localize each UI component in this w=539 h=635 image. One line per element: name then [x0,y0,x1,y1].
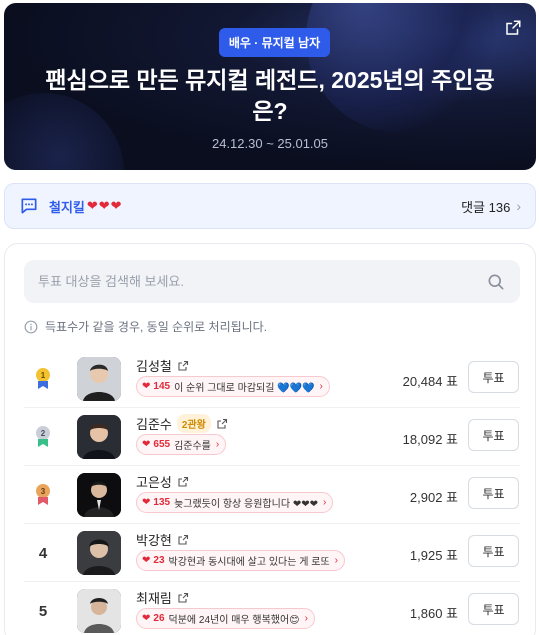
avatar [77,531,121,575]
rank-number: 5 [38,602,48,620]
ranking-row: 4 박강현 ❤ 23 박강현과 동시대에 살고 있다는 게 로또 › 1,925… [24,524,520,582]
cheer-text: 김준수를 [174,441,211,452]
avatar [77,415,121,459]
cheer-text: 박강현과 동시대에 살고 있다는 게 로또 [168,557,330,568]
vote-count: 20,484 표 [402,374,458,389]
heart-icon: ❤ [142,381,151,392]
gold-medal-icon: 1 [36,368,50,390]
cheer-message-chip[interactable]: ❤ 145 이 순위 그대로 마감되길 💙💙💙 › [136,376,330,397]
cheer-count: 23 [153,555,165,566]
external-link-icon[interactable] [177,534,189,546]
comment-author: 철지킬 [49,199,85,215]
chevron-right-icon: › [215,439,220,450]
candidate-name-line: 고은성 [136,472,189,491]
latest-comment-bar[interactable]: 철지킬 ❤❤❤ 댓글 136 › [4,183,536,229]
rank-indicator: 2 [30,424,56,450]
rank-indicator: 1 [30,366,56,392]
cheer-message-chip[interactable]: ❤ 23 박강현과 동시대에 살고 있다는 게 로또 › [136,550,345,571]
vote-button[interactable]: 투표 [468,361,519,393]
heart-icon: ❤ [142,613,151,624]
heart-icon: ❤ [142,439,151,450]
comment-hearts: ❤❤❤ [86,198,123,213]
notice-text: 득표수가 같을 경우, 동일 순위로 처리됩니다. [45,320,268,334]
candidate-name-line: 김준수 2관왕 [136,414,228,433]
vote-button[interactable]: 투표 [468,477,519,509]
chevron-right-icon: › [322,497,327,508]
rank-indicator: 3 [30,482,56,508]
candidate-name-line: 최재림 [136,588,189,607]
chevron-right-icon: › [304,613,308,624]
search-input[interactable] [38,274,486,289]
candidate-name: 최재림 [136,591,172,606]
tie-notice: 득표수가 같을 경우, 동일 순위로 처리됩니다. [24,318,267,335]
category-badge: 배우 · 뮤지컬 남자 [219,28,330,57]
candidate-name: 김성철 [136,359,172,374]
vote-count: 2,902 표 [409,490,458,505]
chat-bubble-icon [21,198,37,214]
chevron-right-icon: › [516,198,521,214]
heart-icon: ❤ [142,497,151,508]
vote-count: 1,860 표 [409,606,458,621]
ranking-row: 2 김준수 2관왕 ❤ 655 김준수를 › 18,092 표 투표 [24,408,520,466]
cheer-text: 늦그랬듯이 항상 응원합니다 ❤❤❤ [174,499,318,510]
avatar [77,357,121,401]
vote-button[interactable]: 투표 [468,535,519,567]
comment-count-link[interactable]: 댓글 136 › [461,197,521,216]
cheer-count: 145 [153,381,171,392]
candidate-name: 박강현 [136,533,172,548]
candidate-name-line: 박강현 [136,530,189,549]
vote-button[interactable]: 투표 [468,593,519,625]
date-range: 24.12.30 ~ 25.01.05 [211,136,329,151]
external-link-icon[interactable] [177,592,189,604]
chevron-right-icon: › [334,555,338,566]
avatar [77,589,121,633]
external-link-icon[interactable] [177,360,189,372]
heart-icon: ❤ [142,555,151,566]
event-banner: 배우 · 뮤지컬 남자 팬심으로 만든 뮤지컬 레전드, 2025년의 주인공은… [4,3,536,170]
cheer-message-chip[interactable]: ❤ 135 늦그랬듯이 항상 응원합니다 ❤❤❤ › [136,492,334,513]
candidate-name: 김준수 [136,417,172,432]
comment-count-label: 댓글 136 [461,199,511,215]
cheer-message-chip[interactable]: ❤ 655 김준수를 › [136,434,227,455]
rank-number: 4 [38,544,48,562]
candidate-name: 고은성 [136,475,172,490]
bronze-medal-icon: 3 [36,484,50,506]
cheer-count: 655 [153,439,171,450]
chevron-right-icon: › [319,381,323,392]
candidate-name-line: 김성철 [136,356,189,375]
external-link-icon[interactable] [216,418,228,430]
silver-medal-icon: 2 [36,426,50,448]
external-link-icon[interactable] [177,476,189,488]
ranking-list-card: 득표수가 같을 경우, 동일 순위로 처리됩니다. 1 김성철 ❤ 145 이 … [4,243,536,635]
cheer-message-chip[interactable]: ❤ 26 덕분에 24년이 매우 행복했어😊 › [136,608,315,629]
ranking-row: 3 고은성 ❤ 135 늦그랬듯이 항상 응원합니다 ❤❤❤ › 2,902 표… [24,466,520,524]
search-icon[interactable] [486,272,506,292]
vote-button[interactable]: 투표 [468,419,519,451]
search-box[interactable] [24,260,520,303]
vote-count: 1,925 표 [409,548,458,563]
rank-number: 1 [36,368,50,382]
info-icon [24,320,38,333]
cheer-count: 135 [153,497,171,508]
vote-count: 18,092 표 [402,432,458,447]
award-badge: 2관왕 [176,414,211,433]
rank-number: 2 [36,426,50,440]
avatar [77,473,121,517]
ranking-row: 5 최재림 ❤ 26 덕분에 24년이 매우 행복했어😊 › 1,860 표 투… [24,582,520,635]
cheer-text: 이 순위 그대로 마감되길 💙💙💙 [174,383,315,394]
rank-number: 3 [36,484,50,498]
share-external-icon[interactable] [504,19,522,37]
cheer-count: 26 [153,613,165,624]
ranking-row: 1 김성철 ❤ 145 이 순위 그대로 마감되길 💙💙💙 › 20,484 표… [24,350,520,408]
page-title: 팬심으로 만든 뮤지컬 레전드, 2025년의 주인공은? [45,67,495,124]
cheer-text: 덕분에 24년이 매우 행복했어😊 [168,615,300,626]
